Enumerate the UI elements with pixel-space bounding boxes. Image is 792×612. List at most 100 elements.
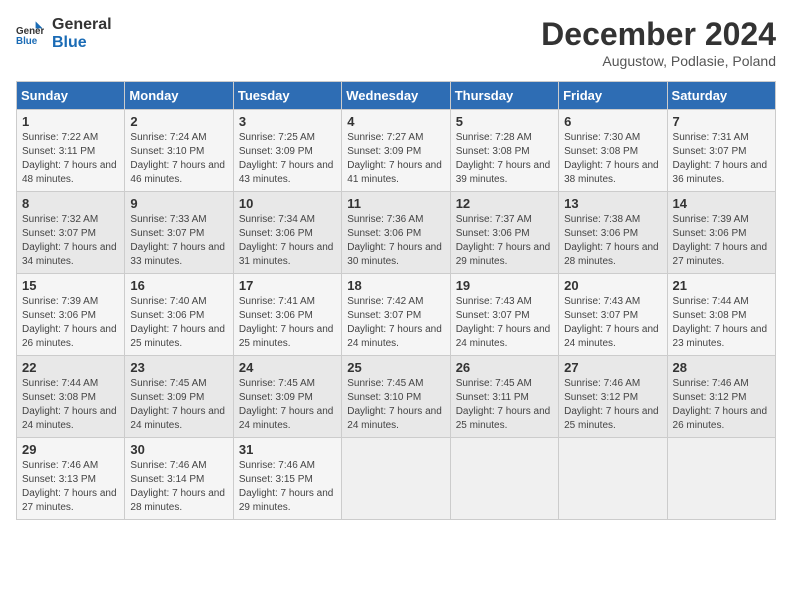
day-cell-10: 10 Sunrise: 7:34 AMSunset: 3:06 PMDayligh… bbox=[233, 192, 341, 274]
day-info: Sunrise: 7:45 AMSunset: 3:11 PMDaylight:… bbox=[456, 377, 553, 433]
day-number: 29 bbox=[22, 442, 119, 457]
day-cell-18: 18Sunrise: 7:42 AMSunset: 3:07 PMDayligh… bbox=[342, 274, 450, 356]
day-info: Sunrise: 7:33 AMSunset: 3:07 PMDaylight:… bbox=[130, 213, 227, 269]
day-number: 21 bbox=[673, 278, 770, 293]
day-number: 3 bbox=[239, 114, 336, 129]
day-info: Sunrise: 7:44 AMSunset: 3:08 PMDaylight:… bbox=[673, 295, 770, 351]
day-cell-7: 7 Sunrise: 7:31 AMSunset: 3:07 PMDaylight… bbox=[667, 110, 775, 192]
day-info: Sunrise: 7:38 AMSunset: 3:06 PMDaylight:… bbox=[564, 213, 661, 269]
empty-cell bbox=[667, 438, 775, 520]
day-cell-23: 23Sunrise: 7:45 AMSunset: 3:09 PMDayligh… bbox=[125, 356, 233, 438]
day-cell-20: 20Sunrise: 7:43 AMSunset: 3:07 PMDayligh… bbox=[559, 274, 667, 356]
day-cell-15: 15 Sunrise: 7:39 AMSunset: 3:06 PMDayligh… bbox=[17, 274, 125, 356]
day-info: Sunrise: 7:39 AMSunset: 3:06 PMDaylight:… bbox=[673, 213, 770, 269]
day-info: Sunrise: 7:42 AMSunset: 3:07 PMDaylight:… bbox=[347, 295, 444, 351]
weekday-header-thursday: Thursday bbox=[450, 82, 558, 110]
day-info: Sunrise: 7:46 AMSunset: 3:12 PMDaylight:… bbox=[673, 377, 770, 433]
day-cell-12: 12Sunrise: 7:37 AMSunset: 3:06 PMDayligh… bbox=[450, 192, 558, 274]
day-number: 13 bbox=[564, 196, 661, 211]
day-number: 28 bbox=[673, 360, 770, 375]
day-info: Sunrise: 7:46 AMSunset: 3:12 PMDaylight:… bbox=[564, 377, 661, 433]
day-number: 31 bbox=[239, 442, 336, 457]
day-cell-24: 24Sunrise: 7:45 AMSunset: 3:09 PMDayligh… bbox=[233, 356, 341, 438]
empty-cell bbox=[342, 438, 450, 520]
day-info: Sunrise: 7:34 AMSunset: 3:06 PMDaylight:… bbox=[239, 213, 336, 269]
day-cell-9: 9 Sunrise: 7:33 AMSunset: 3:07 PMDaylight… bbox=[125, 192, 233, 274]
day-number: 26 bbox=[456, 360, 553, 375]
day-cell-8: 8 Sunrise: 7:32 AMSunset: 3:07 PMDaylight… bbox=[17, 192, 125, 274]
day-info: Sunrise: 7:44 AMSunset: 3:08 PMDaylight:… bbox=[22, 377, 119, 433]
day-cell-28: 28 Sunrise: 7:46 AMSunset: 3:12 PMDayligh… bbox=[667, 356, 775, 438]
title-area: December 2024 Augustow, Podlasie, Poland bbox=[541, 16, 776, 69]
day-number: 19 bbox=[456, 278, 553, 293]
logo-general: General bbox=[52, 16, 112, 34]
day-number: 27 bbox=[564, 360, 661, 375]
day-info: Sunrise: 7:22 AMSunset: 3:11 PMDaylight:… bbox=[22, 131, 119, 187]
day-number: 30 bbox=[130, 442, 227, 457]
weekday-header-row: SundayMondayTuesdayWednesdayThursdayFrid… bbox=[17, 82, 776, 110]
day-number: 10 bbox=[239, 196, 336, 211]
day-info: Sunrise: 7:45 AMSunset: 3:10 PMDaylight:… bbox=[347, 377, 444, 433]
day-cell-5: 5 Sunrise: 7:28 AMSunset: 3:08 PMDaylight… bbox=[450, 110, 558, 192]
day-cell-14: 14 Sunrise: 7:39 AMSunset: 3:06 PMDayligh… bbox=[667, 192, 775, 274]
day-info: Sunrise: 7:39 AMSunset: 3:06 PMDaylight:… bbox=[22, 295, 119, 351]
weekday-header-monday: Monday bbox=[125, 82, 233, 110]
day-number: 6 bbox=[564, 114, 661, 129]
page-header: General Blue General Blue December 2024 … bbox=[16, 16, 776, 69]
week-row-1: 1 Sunrise: 7:22 AMSunset: 3:11 PMDaylight… bbox=[17, 110, 776, 192]
day-number: 1 bbox=[22, 114, 119, 129]
week-row-2: 8 Sunrise: 7:32 AMSunset: 3:07 PMDaylight… bbox=[17, 192, 776, 274]
day-cell-31: 31 Sunrise: 7:46 AMSunset: 3:15 PMDayligh… bbox=[233, 438, 341, 520]
day-number: 17 bbox=[239, 278, 336, 293]
day-info: Sunrise: 7:31 AMSunset: 3:07 PMDaylight:… bbox=[673, 131, 770, 187]
day-info: Sunrise: 7:27 AMSunset: 3:09 PMDaylight:… bbox=[347, 131, 444, 187]
day-info: Sunrise: 7:25 AMSunset: 3:09 PMDaylight:… bbox=[239, 131, 336, 187]
calendar-table: SundayMondayTuesdayWednesdayThursdayFrid… bbox=[16, 81, 776, 520]
day-number: 8 bbox=[22, 196, 119, 211]
calendar-subtitle: Augustow, Podlasie, Poland bbox=[541, 53, 776, 69]
logo-blue: Blue bbox=[52, 34, 112, 52]
day-cell-1: 1 Sunrise: 7:22 AMSunset: 3:11 PMDaylight… bbox=[17, 110, 125, 192]
weekday-header-friday: Friday bbox=[559, 82, 667, 110]
day-cell-4: 4Sunrise: 7:27 AMSunset: 3:09 PMDaylight… bbox=[342, 110, 450, 192]
weekday-header-sunday: Sunday bbox=[17, 82, 125, 110]
weekday-header-saturday: Saturday bbox=[667, 82, 775, 110]
day-number: 12 bbox=[456, 196, 553, 211]
day-cell-22: 22 Sunrise: 7:44 AMSunset: 3:08 PMDayligh… bbox=[17, 356, 125, 438]
logo: General Blue General Blue bbox=[16, 16, 112, 52]
calendar-title: December 2024 bbox=[541, 16, 776, 53]
day-number: 14 bbox=[673, 196, 770, 211]
day-cell-11: 11 Sunrise: 7:36 AMSunset: 3:06 PMDayligh… bbox=[342, 192, 450, 274]
day-info: Sunrise: 7:46 AMSunset: 3:15 PMDaylight:… bbox=[239, 459, 336, 515]
empty-cell bbox=[559, 438, 667, 520]
day-info: Sunrise: 7:45 AMSunset: 3:09 PMDaylight:… bbox=[239, 377, 336, 433]
day-info: Sunrise: 7:28 AMSunset: 3:08 PMDaylight:… bbox=[456, 131, 553, 187]
day-number: 15 bbox=[22, 278, 119, 293]
day-number: 11 bbox=[347, 196, 444, 211]
week-row-4: 22 Sunrise: 7:44 AMSunset: 3:08 PMDayligh… bbox=[17, 356, 776, 438]
day-cell-26: 26 Sunrise: 7:45 AMSunset: 3:11 PMDayligh… bbox=[450, 356, 558, 438]
day-cell-21: 21 Sunrise: 7:44 AMSunset: 3:08 PMDayligh… bbox=[667, 274, 775, 356]
day-info: Sunrise: 7:45 AMSunset: 3:09 PMDaylight:… bbox=[130, 377, 227, 433]
day-number: 5 bbox=[456, 114, 553, 129]
day-cell-29: 29 Sunrise: 7:46 AMSunset: 3:13 PMDayligh… bbox=[17, 438, 125, 520]
day-cell-25: 25 Sunrise: 7:45 AMSunset: 3:10 PMDayligh… bbox=[342, 356, 450, 438]
day-info: Sunrise: 7:43 AMSunset: 3:07 PMDaylight:… bbox=[456, 295, 553, 351]
day-info: Sunrise: 7:36 AMSunset: 3:06 PMDaylight:… bbox=[347, 213, 444, 269]
day-info: Sunrise: 7:46 AMSunset: 3:13 PMDaylight:… bbox=[22, 459, 119, 515]
day-number: 7 bbox=[673, 114, 770, 129]
day-info: Sunrise: 7:43 AMSunset: 3:07 PMDaylight:… bbox=[564, 295, 661, 351]
day-number: 22 bbox=[22, 360, 119, 375]
day-number: 9 bbox=[130, 196, 227, 211]
week-row-3: 15 Sunrise: 7:39 AMSunset: 3:06 PMDayligh… bbox=[17, 274, 776, 356]
day-cell-17: 17Sunrise: 7:41 AMSunset: 3:06 PMDayligh… bbox=[233, 274, 341, 356]
logo-icon: General Blue bbox=[16, 20, 44, 48]
day-cell-3: 3 Sunrise: 7:25 AMSunset: 3:09 PMDaylight… bbox=[233, 110, 341, 192]
day-number: 25 bbox=[347, 360, 444, 375]
day-cell-27: 27 Sunrise: 7:46 AMSunset: 3:12 PMDayligh… bbox=[559, 356, 667, 438]
day-info: Sunrise: 7:40 AMSunset: 3:06 PMDaylight:… bbox=[130, 295, 227, 351]
day-info: Sunrise: 7:24 AMSunset: 3:10 PMDaylight:… bbox=[130, 131, 227, 187]
weekday-header-wednesday: Wednesday bbox=[342, 82, 450, 110]
day-info: Sunrise: 7:32 AMSunset: 3:07 PMDaylight:… bbox=[22, 213, 119, 269]
svg-text:Blue: Blue bbox=[16, 36, 38, 47]
